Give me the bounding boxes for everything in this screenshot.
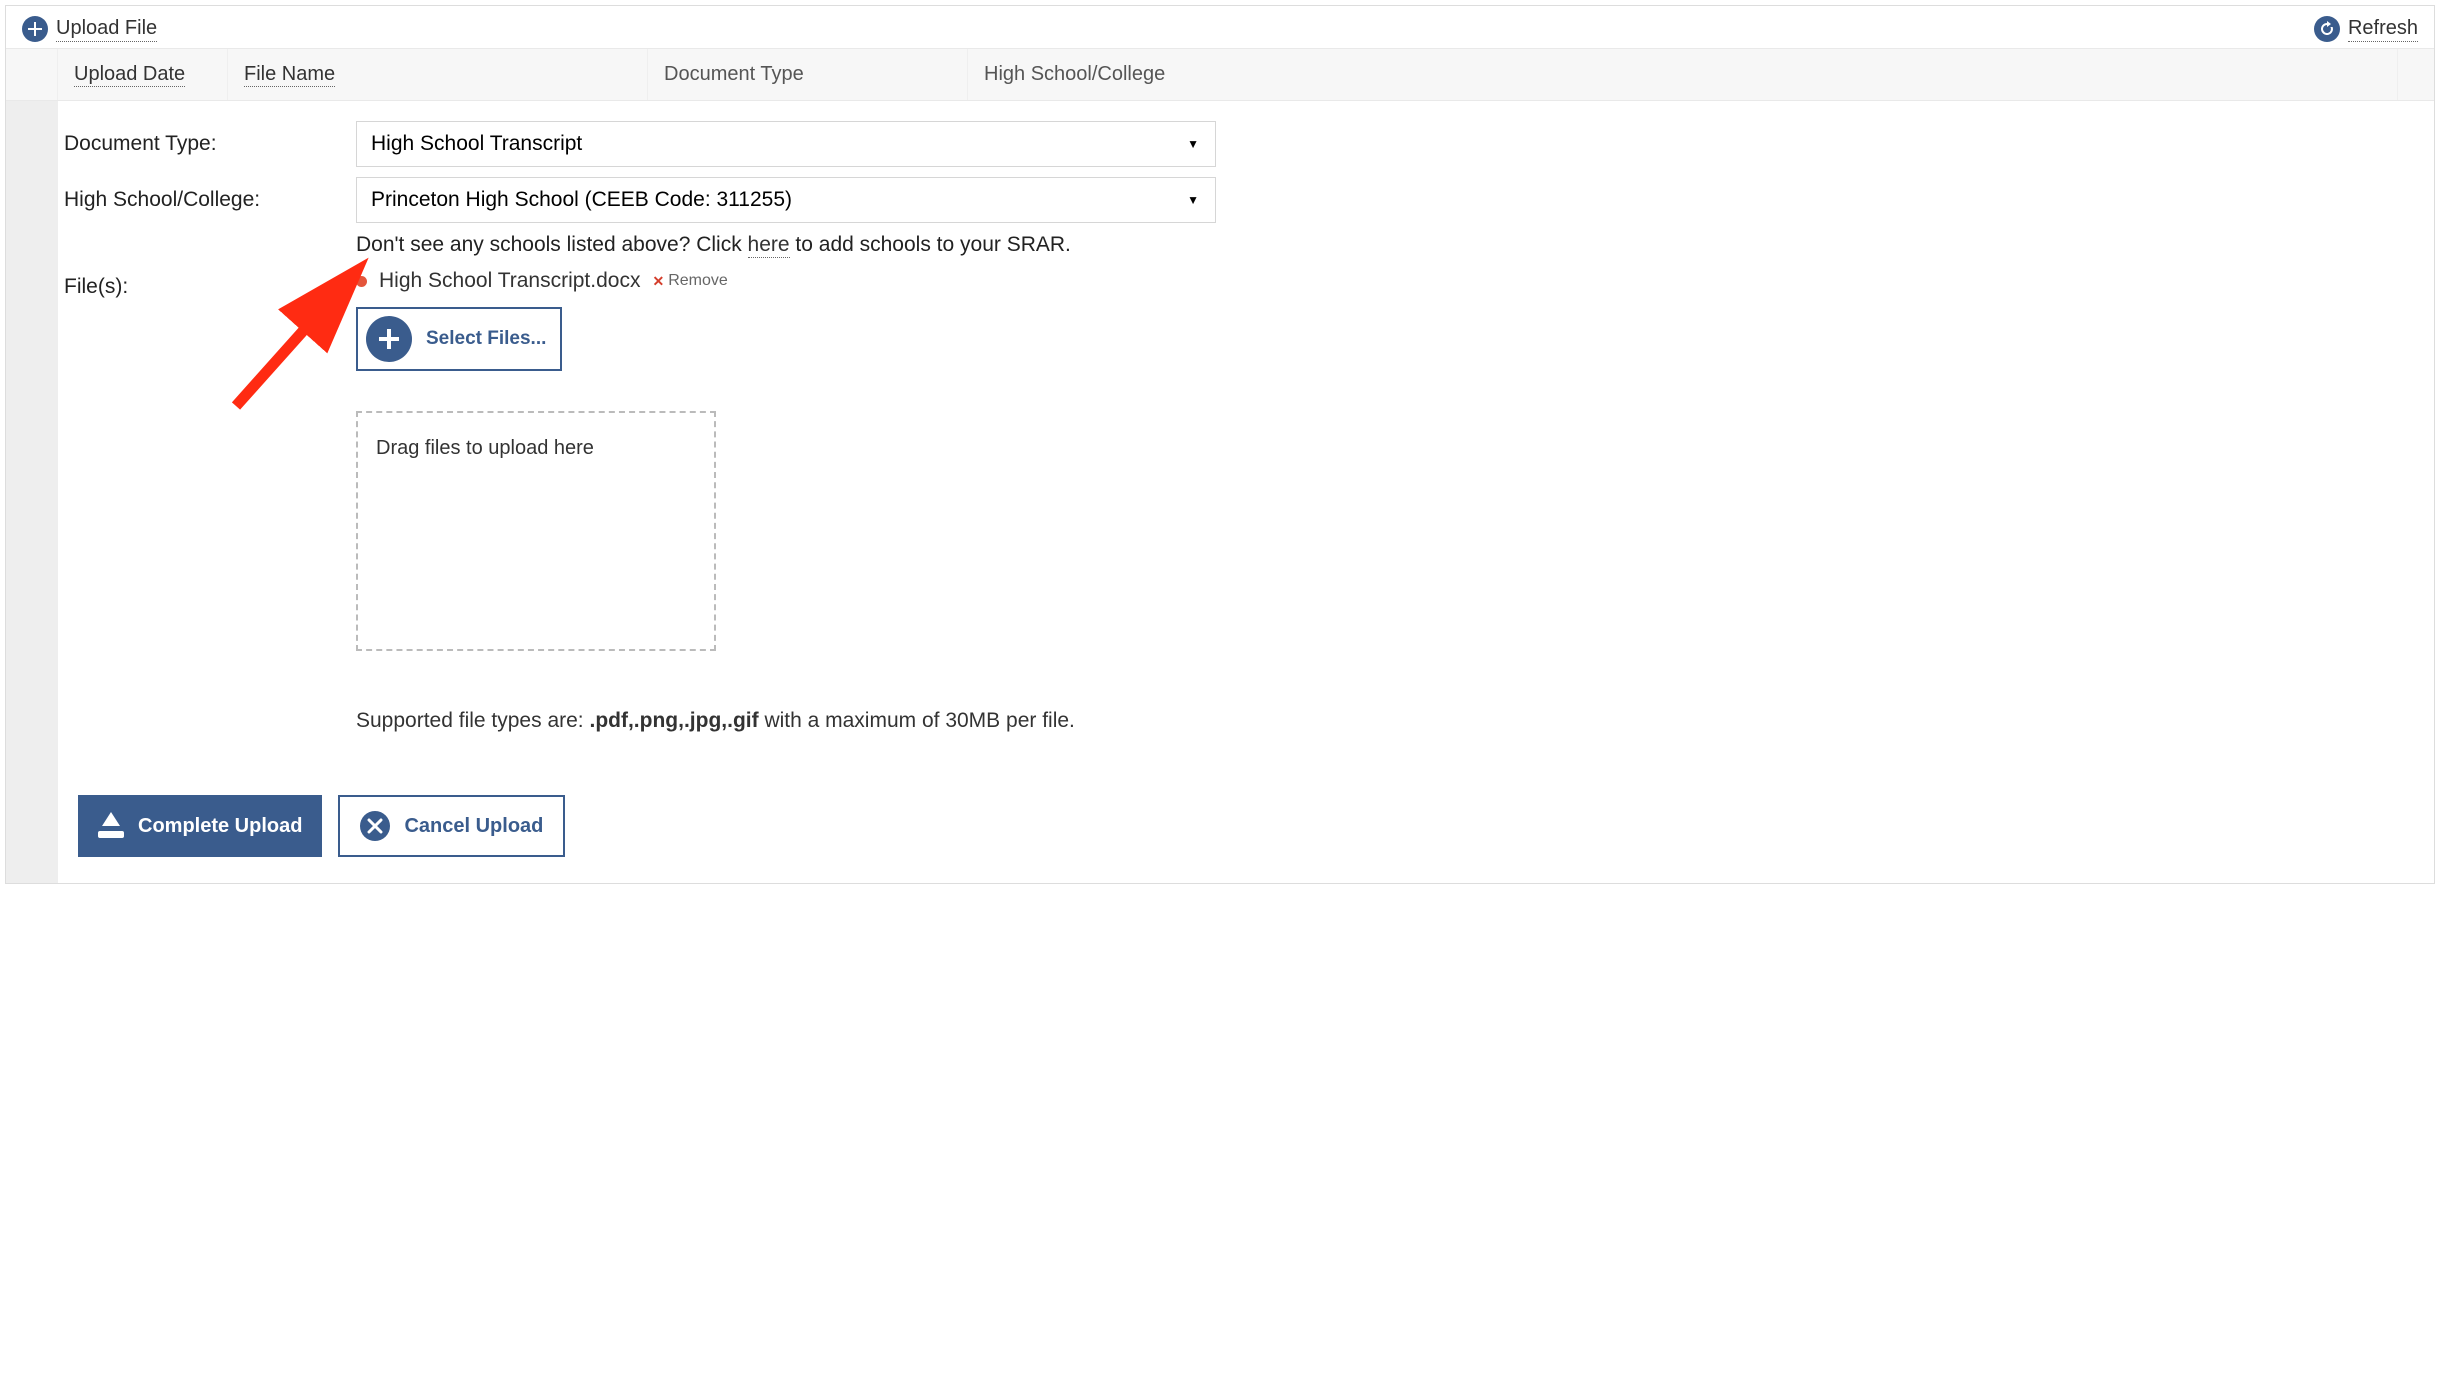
complete-upload-label: Complete Upload — [138, 815, 302, 838]
column-end — [2398, 49, 2434, 100]
column-upload-date-label: Upload Date — [74, 63, 185, 87]
file-drop-zone[interactable]: Drag files to upload here — [356, 411, 716, 651]
column-upload-date[interactable]: Upload Date — [58, 49, 228, 100]
pending-dot-icon — [356, 276, 367, 287]
upload-icon — [98, 814, 124, 838]
label-files: File(s): — [64, 275, 356, 299]
row-document-type: Document Type: High School Transcript — [64, 121, 2414, 167]
form-content: Document Type: High School Transcript Hi… — [58, 101, 2434, 883]
column-file-name[interactable]: File Name — [228, 49, 648, 100]
select-school-value: Princeton High School (CEEB Code: 311255… — [371, 188, 792, 211]
close-icon — [360, 811, 390, 841]
refresh-icon — [2314, 16, 2340, 42]
plus-icon — [22, 16, 48, 42]
select-school[interactable]: Princeton High School (CEEB Code: 311255… — [356, 177, 1216, 223]
supported-types: .pdf,.png,.jpg,.gif — [589, 709, 758, 732]
upload-file-link[interactable]: Upload File — [22, 16, 157, 42]
column-school-label: High School/College — [984, 63, 1165, 85]
remove-file-label: Remove — [668, 272, 728, 290]
school-hint-suffix: to add schools to your SRAR. — [790, 233, 1071, 256]
upload-file-label: Upload File — [56, 17, 157, 42]
complete-upload-button[interactable]: Complete Upload — [78, 795, 322, 857]
column-file-name-label: File Name — [244, 63, 335, 87]
row-school: High School/College: Princeton High Scho… — [64, 177, 2414, 223]
label-document-type: Document Type: — [64, 132, 356, 156]
select-document-type-value: High School Transcript — [371, 132, 582, 155]
school-hint: Don't see any schools listed above? Clic… — [356, 233, 2414, 257]
cancel-upload-button[interactable]: Cancel Upload — [338, 795, 565, 857]
pending-file-name: High School Transcript.docx — [379, 269, 640, 293]
toolbar: Upload File Refresh — [6, 6, 2434, 48]
form-body: Document Type: High School Transcript Hi… — [6, 101, 2434, 883]
left-gutter — [6, 101, 58, 883]
column-school: High School/College — [968, 49, 2398, 100]
column-pad — [6, 49, 58, 100]
select-document-type[interactable]: High School Transcript — [356, 121, 1216, 167]
plus-icon — [366, 316, 412, 362]
close-icon: ✕ — [652, 273, 664, 290]
cancel-upload-label: Cancel Upload — [404, 815, 543, 838]
table-header: Upload Date File Name Document Type High… — [6, 48, 2434, 101]
remove-file-link[interactable]: ✕ Remove — [652, 272, 727, 290]
column-document-type: Document Type — [648, 49, 968, 100]
supported-prefix: Supported file types are: — [356, 709, 589, 732]
add-schools-link[interactable]: here — [748, 233, 790, 258]
select-files-label: Select Files... — [426, 328, 546, 350]
action-bar: Complete Upload Cancel Upload — [78, 795, 2414, 857]
pending-file-row: High School Transcript.docx ✕ Remove — [356, 269, 2414, 293]
supported-suffix: with a maximum of 30MB per file. — [759, 709, 1075, 732]
label-school: High School/College: — [64, 188, 356, 212]
select-files-button[interactable]: Select Files... — [356, 307, 562, 371]
refresh-link[interactable]: Refresh — [2314, 16, 2418, 42]
column-document-type-label: Document Type — [664, 63, 804, 85]
refresh-label: Refresh — [2348, 17, 2418, 42]
upload-panel: Upload File Refresh Upload Date File Nam… — [5, 5, 2435, 884]
supported-file-types-note: Supported file types are: .pdf,.png,.jpg… — [356, 709, 2414, 733]
school-hint-prefix: Don't see any schools listed above? Clic… — [356, 233, 748, 256]
drop-zone-label: Drag files to upload here — [376, 437, 594, 459]
